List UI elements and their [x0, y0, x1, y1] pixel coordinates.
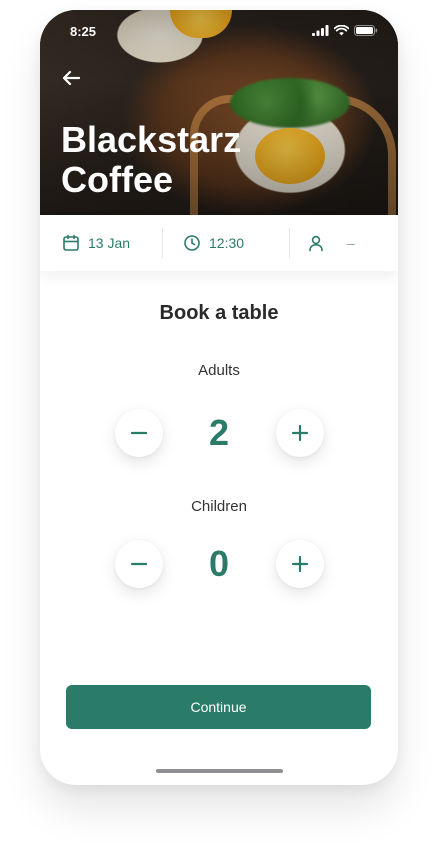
plus-icon [291, 424, 309, 442]
home-indicator[interactable] [156, 769, 283, 773]
children-label: Children [191, 498, 247, 515]
status-time: 8:25 [70, 24, 97, 39]
signal-icon [312, 25, 329, 36]
date-selector[interactable]: 13 Jan [62, 215, 162, 271]
booking-info-bar: 13 Jan 12:30 – [40, 215, 398, 271]
person-icon [309, 235, 323, 252]
children-stepper: 0 [40, 540, 398, 590]
divider [162, 228, 163, 258]
adults-count: 2 [208, 412, 230, 453]
hero-image: 8:25 Blackstarz Coffee [40, 10, 398, 215]
adults-label: Adults [198, 362, 240, 379]
children-decrease-button[interactable] [115, 540, 163, 588]
venue-title: Blackstarz Coffee [61, 120, 321, 200]
back-arrow-icon [62, 70, 80, 86]
date-value: 13 Jan [88, 235, 131, 251]
clock-icon [184, 235, 200, 251]
status-icons [312, 25, 378, 36]
plus-icon [291, 555, 309, 573]
battery-icon [354, 25, 378, 36]
phone-screen: 8:25 Blackstarz Coffee 13 Jan 12:30 – Bo… [40, 10, 398, 785]
adults-decrease-button[interactable] [115, 409, 163, 457]
divider [289, 228, 290, 258]
minus-icon [130, 562, 148, 566]
venue-title-line2: Coffee [61, 159, 174, 200]
calendar-icon [63, 234, 79, 251]
time-selector[interactable]: 12:30 [183, 215, 289, 271]
adults-stepper: 2 [40, 409, 398, 459]
continue-button[interactable]: Continue [66, 685, 371, 729]
adults-increase-button[interactable] [276, 409, 324, 457]
children-count: 0 [208, 543, 230, 584]
minus-icon [130, 431, 148, 435]
time-value: 12:30 [209, 235, 245, 251]
children-increase-button[interactable] [276, 540, 324, 588]
wifi-icon [334, 25, 349, 36]
guests-selector[interactable]: – [307, 215, 355, 271]
book-table-title: Book a table [159, 302, 279, 324]
venue-title-line1: Blackstarz [61, 119, 242, 160]
guests-value: – [347, 235, 355, 251]
back-button[interactable] [58, 65, 84, 91]
